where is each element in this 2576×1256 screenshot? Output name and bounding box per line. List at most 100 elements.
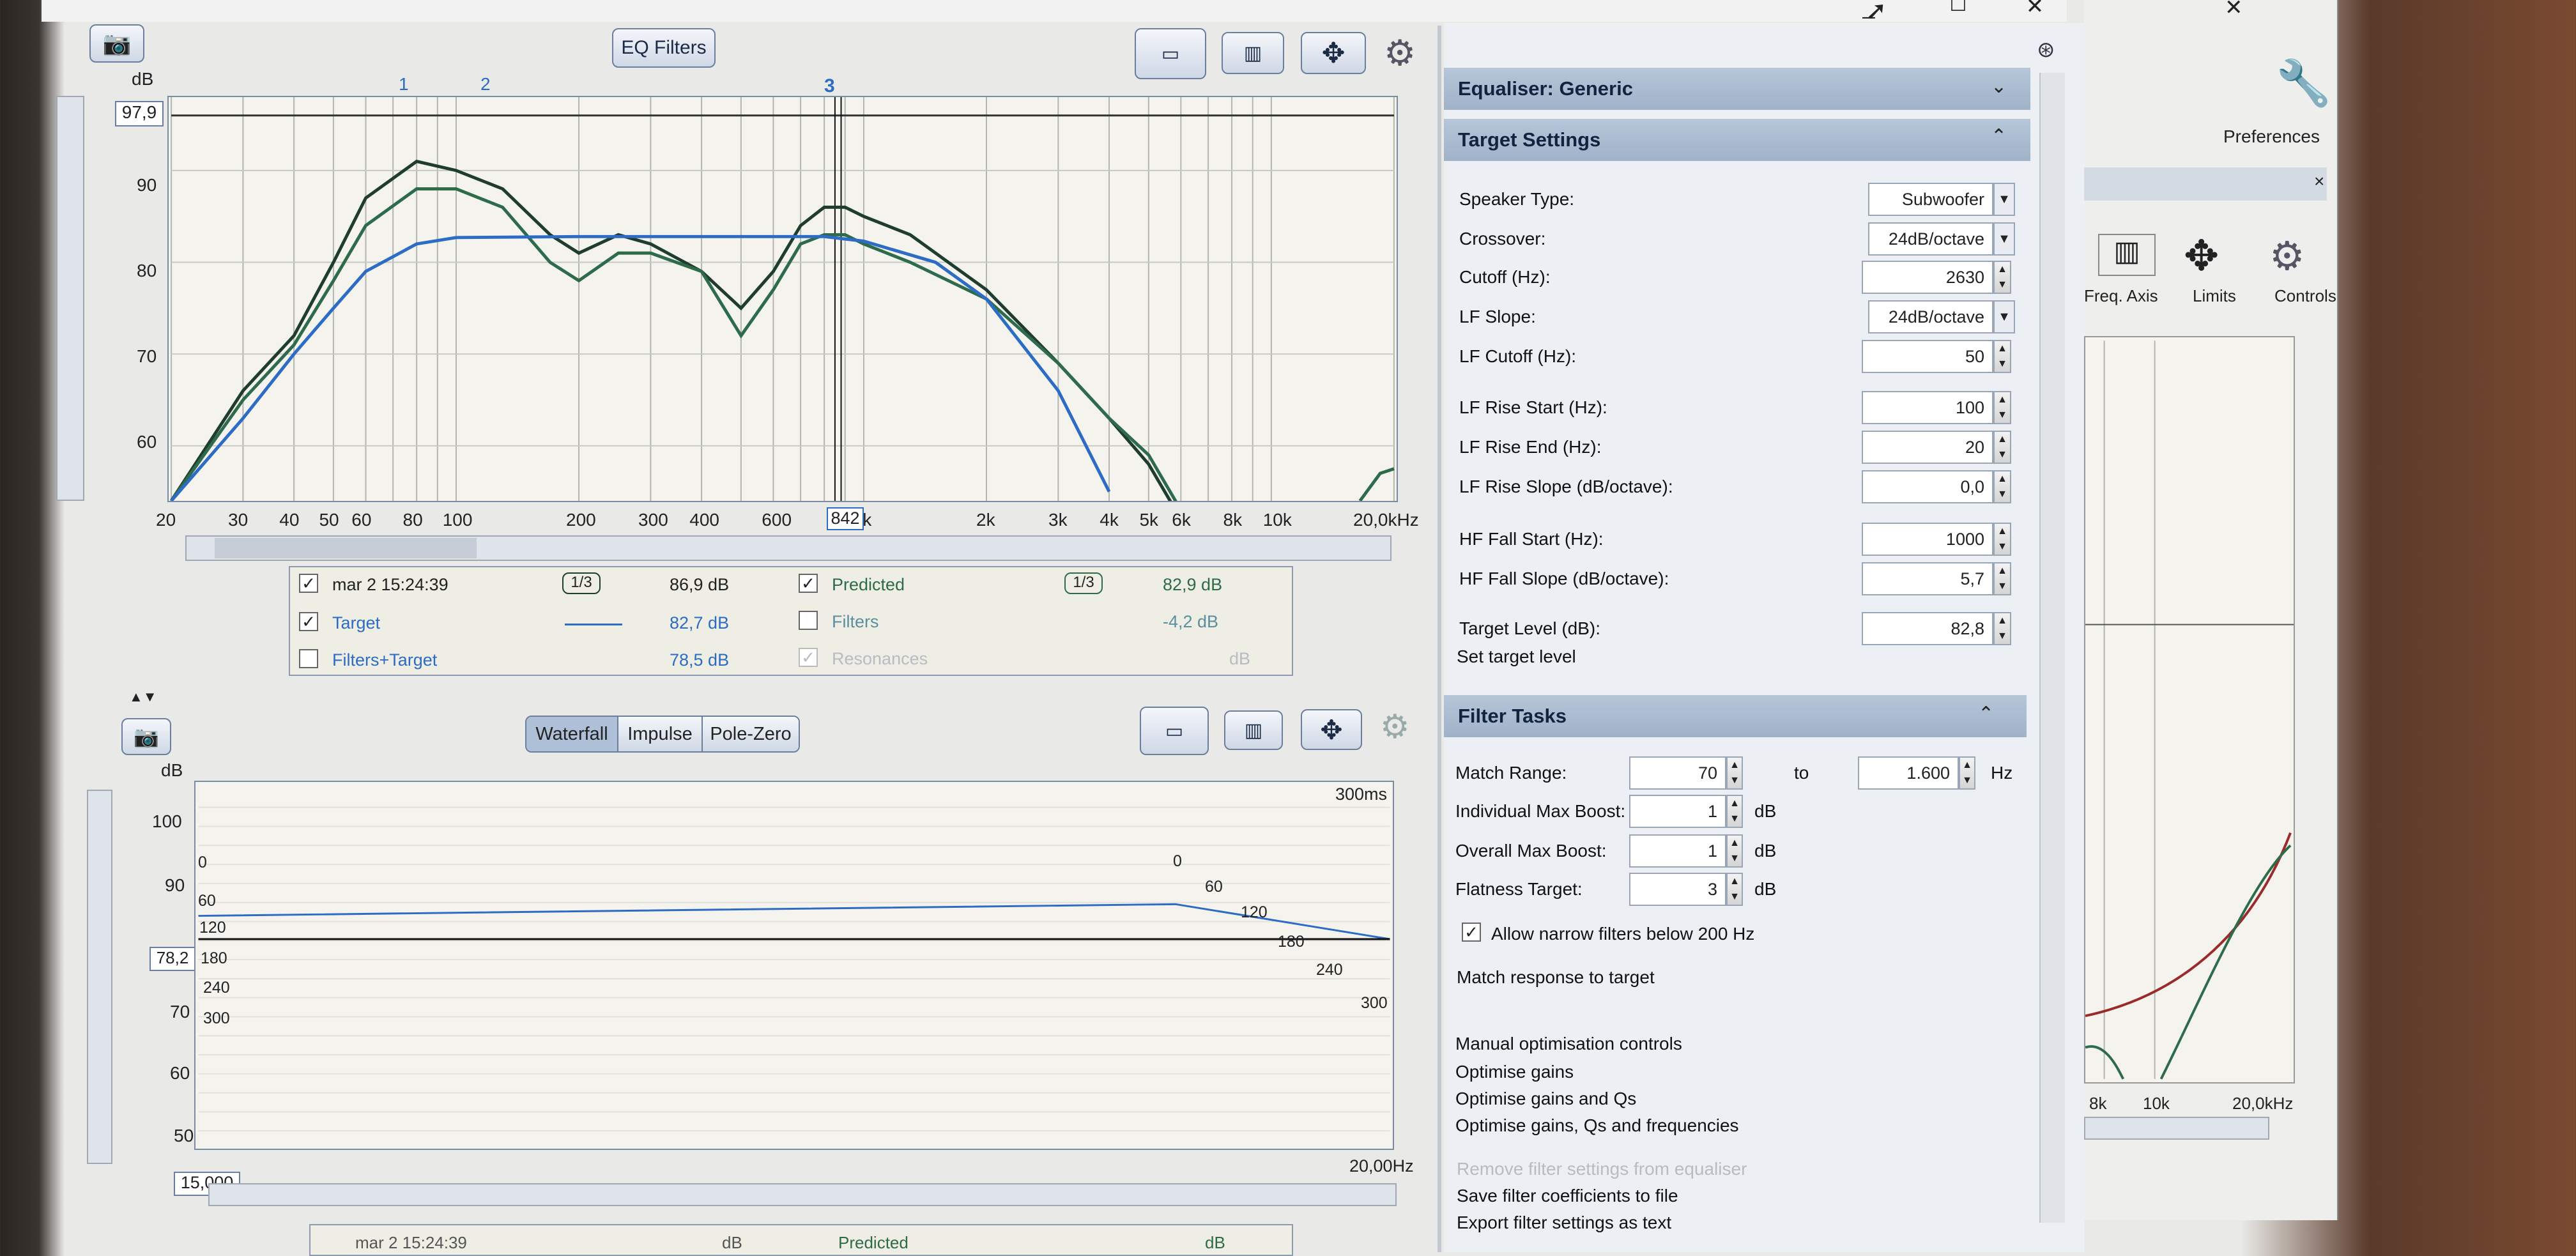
close-button[interactable]: ✕ xyxy=(2016,0,2054,19)
grid-view-icon[interactable]: ▥ xyxy=(2098,234,2156,276)
legend-checkbox[interactable] xyxy=(799,611,818,630)
camera-button[interactable]: 📷 xyxy=(89,24,144,63)
spinner-arrows-icon[interactable]: ▲ ▼ xyxy=(1993,612,2011,645)
wrench-icon[interactable]: 🔧 xyxy=(2276,57,2331,110)
waterfall-plot[interactable] xyxy=(194,781,1394,1150)
legend-checkbox[interactable]: ✓ xyxy=(299,612,318,631)
optimise-all-link[interactable]: Optimise gains, Qs and frequencies xyxy=(1455,1115,1739,1136)
dropdown-arrow-icon[interactable]: ▼ xyxy=(1993,300,2015,333)
spinner-arrows-icon[interactable]: ▲ ▼ xyxy=(1726,795,1743,828)
legend-checkbox[interactable] xyxy=(299,649,318,668)
setting-input[interactable]: 82,8 xyxy=(1862,612,1993,645)
vertical-scrollbar[interactable] xyxy=(56,96,84,501)
setting-dropdown[interactable]: 24dB/octave xyxy=(1868,222,1993,256)
spinner-arrows-icon[interactable]: ▲ ▼ xyxy=(1726,873,1743,906)
gear-icon[interactable]: ⚙ xyxy=(2269,233,2305,279)
maximize-button[interactable]: ☐ xyxy=(1939,0,1977,19)
setting-dropdown[interactable]: Subwoofer xyxy=(1868,183,1993,216)
scroll-thumb[interactable] xyxy=(215,538,477,558)
target-settings-header[interactable]: Target Settings xyxy=(1444,119,2030,161)
export-settings-link[interactable]: Export filter settings as text xyxy=(1457,1213,1671,1233)
tool-label[interactable]: Freq. Axis xyxy=(2084,286,2158,306)
set-target-level-link[interactable]: Set target level xyxy=(1457,647,1576,667)
spinner-arrows-icon[interactable]: ▲ ▼ xyxy=(1993,562,2011,595)
match-range-from-spinner[interactable]: ▲ ▼ xyxy=(1726,756,1743,790)
horizontal-scrollbar[interactable] xyxy=(2084,1117,2269,1140)
match-range-to-spinner[interactable]: ▲ ▼ xyxy=(1959,756,1975,790)
dropdown-arrow-icon[interactable]: ▼ xyxy=(1993,183,2015,216)
y-value-field[interactable]: 78,2 xyxy=(150,947,195,971)
setting-input[interactable]: 0,0 xyxy=(1862,470,1993,503)
tool-label[interactable]: Limits xyxy=(2193,286,2236,306)
filter-marker[interactable]: 1 xyxy=(399,74,409,95)
chevron-down-icon[interactable]: ⌄ xyxy=(1991,75,2007,98)
spinner-arrows-icon[interactable]: ▲ ▼ xyxy=(1993,431,2011,464)
tab-pole-zero[interactable]: Pole-Zero xyxy=(703,717,799,751)
gear-icon[interactable]: ⚙ xyxy=(1380,708,1421,749)
grid-view-icon[interactable]: ▥ xyxy=(1224,710,1283,750)
move-axes-icon[interactable]: ✥ xyxy=(1301,709,1362,750)
camera-button[interactable]: 📷 xyxy=(121,718,171,755)
spinner-arrows-icon[interactable]: ▲ ▼ xyxy=(1993,470,2011,503)
spinner-arrows-icon[interactable]: ▲ ▼ xyxy=(1993,340,2011,373)
preferences-label[interactable]: Preferences xyxy=(2223,126,2320,147)
setting-input[interactable]: 20 xyxy=(1862,431,1993,464)
gear-icon[interactable]: ⚙ xyxy=(1384,32,1426,74)
dropdown-arrow-icon[interactable]: ▼ xyxy=(1993,222,2015,256)
setting-input[interactable]: 2630 xyxy=(1862,261,1993,294)
match-range-to-input[interactable]: 1.600 xyxy=(1858,756,1959,790)
setting-input[interactable]: 50 xyxy=(1862,340,1993,373)
eq-filters-button[interactable]: EQ Filters xyxy=(612,28,716,68)
legend-checkbox[interactable]: ✓ xyxy=(299,574,318,593)
filter-tasks-header[interactable]: Filter Tasks xyxy=(1444,695,2027,737)
vertical-scrollbar[interactable] xyxy=(87,790,112,1164)
allow-narrow-checkbox[interactable]: ✓ xyxy=(1462,923,1481,942)
match-response-link[interactable]: Match response to target xyxy=(1457,967,1655,988)
chevron-up-icon[interactable]: ⌃ xyxy=(1991,125,2007,148)
graph-view-icon[interactable]: ▭ xyxy=(1140,707,1209,755)
y-max-field[interactable]: 97,9 xyxy=(115,101,164,126)
spinner-arrows-icon[interactable]: ▲ ▼ xyxy=(1993,261,2011,294)
move-axes-icon[interactable]: ✥ xyxy=(2184,231,2219,280)
filter-marker[interactable]: 3 xyxy=(824,75,835,97)
setting-input[interactable]: 100 xyxy=(1862,391,1993,424)
save-coefficients-link[interactable]: Save filter coefficients to file xyxy=(1457,1186,1678,1206)
splitter-arrows-icon[interactable]: ▲▼ xyxy=(129,689,157,705)
panel-scrollbar[interactable] xyxy=(2039,73,2065,1223)
grid-view-icon[interactable]: ▥ xyxy=(1222,32,1284,74)
spinner-arrows-icon[interactable]: ▲ ▼ xyxy=(1993,391,2011,424)
pane-divider[interactable] xyxy=(1438,26,1441,1252)
collapse-panel-icon[interactable]: ⊛ xyxy=(2037,37,2055,63)
spinner-arrows-icon[interactable]: ▲ ▼ xyxy=(1726,834,1743,868)
close-icon[interactable]: × xyxy=(2314,171,2324,192)
setting-dropdown[interactable]: 24dB/octave xyxy=(1868,300,1993,333)
setting-input[interactable]: 1000 xyxy=(1862,523,1993,556)
horizontal-scrollbar[interactable] xyxy=(185,535,1392,561)
smoothing-badge[interactable]: 1/3 xyxy=(562,572,601,594)
time-label: 300 xyxy=(1361,994,1388,1012)
tab-impulse[interactable]: Impulse xyxy=(618,717,703,751)
match-range-from-input[interactable]: 70 xyxy=(1629,756,1726,790)
filter-marker[interactable]: 2 xyxy=(480,74,491,95)
boost-input[interactable]: 1 xyxy=(1629,834,1726,868)
horizontal-scrollbar[interactable] xyxy=(208,1183,1397,1206)
chevron-up-icon[interactable]: ⌃ xyxy=(1978,703,1994,725)
smoothing-badge[interactable]: 1/3 xyxy=(1064,572,1103,594)
setting-input[interactable]: 5,7 xyxy=(1862,562,1993,595)
boost-input[interactable]: 1 xyxy=(1629,795,1726,828)
equaliser-header[interactable]: Equaliser: Generic xyxy=(1444,68,2030,110)
tab-waterfall[interactable]: Waterfall xyxy=(526,717,618,751)
remove-filters-link[interactable]: Remove filter settings from equaliser xyxy=(1457,1159,1747,1179)
cursor-frequency-field[interactable]: 842 xyxy=(827,507,864,530)
optimise-gains-qs-link[interactable]: Optimise gains and Qs xyxy=(1455,1089,1636,1109)
boost-input[interactable]: 3 xyxy=(1629,873,1726,906)
spinner-arrows-icon[interactable]: ▲ ▼ xyxy=(1993,523,2011,556)
window-close-icon[interactable]: ✕ xyxy=(2225,0,2243,20)
move-axes-icon[interactable]: ✥ xyxy=(1301,32,1366,74)
tool-label[interactable]: Controls xyxy=(2274,286,2336,306)
frequency-response-plot[interactable] xyxy=(167,96,1398,502)
graph-view-icon[interactable]: ▭ xyxy=(1135,28,1206,79)
legend-checkbox[interactable]: ✓ xyxy=(799,648,818,667)
legend-checkbox[interactable]: ✓ xyxy=(799,574,818,593)
optimise-gains-link[interactable]: Optimise gains xyxy=(1455,1062,1574,1082)
